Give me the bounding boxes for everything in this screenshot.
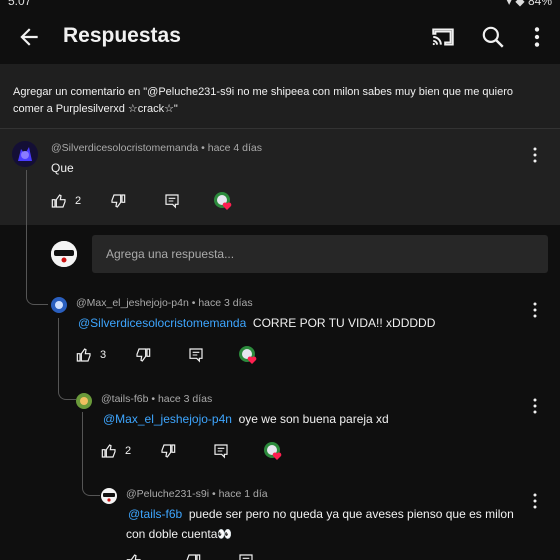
comment-text: oye we son buena pareja xd: [238, 412, 389, 426]
reply-input-placeholder: Agrega una respuesta...: [106, 247, 235, 261]
comment-time: hace 3 días: [157, 393, 213, 405]
user-avatar: [51, 241, 77, 267]
more-vert-icon[interactable]: [528, 397, 542, 415]
like-count: 3: [100, 349, 107, 361]
reply-input[interactable]: Agrega una respuesta...: [92, 235, 548, 273]
context-text: Agregar un comentario en "@Peluche231-s9…: [13, 86, 513, 115]
avatar[interactable]: [51, 297, 67, 313]
avatar[interactable]: [76, 393, 92, 409]
comment-meta: @tails-f6b • hace 3 días: [101, 393, 213, 405]
comment-meta: @Max_el_jeshejojo-p4n • hace 3 días: [76, 297, 253, 309]
comment-time: hace 3 días: [198, 297, 253, 309]
avatar-image: [101, 488, 117, 504]
comment-text-continued: con doble cuenta👀: [126, 527, 233, 541]
creator-heart-badge: [263, 441, 283, 461]
creator-heart-icon: [264, 442, 282, 460]
comment-icon: [165, 194, 179, 209]
status-time: 5:07: [8, 0, 32, 8]
more-vert-icon[interactable]: [528, 301, 542, 319]
like-count: 2: [75, 195, 82, 207]
comment-body: @tails-f6b puede ser pero no queda ya qu…: [128, 507, 514, 521]
avatar[interactable]: [101, 488, 117, 504]
thumbs-up-icon: [126, 554, 141, 560]
comment-meta: @Silverdicesolocristomemanda • hace 4 dí…: [51, 142, 263, 154]
thumbs-up-icon: [51, 194, 66, 208]
thumbs-down-icon: [161, 444, 176, 458]
comment-body: @Silverdicesolocristomemanda CORRE POR T…: [78, 316, 435, 330]
dislike-button[interactable]: [135, 346, 151, 364]
comment-time: hace 4 días: [207, 142, 263, 154]
comment-text: puede ser pero no queda ya que aveses pi…: [188, 507, 514, 521]
comment-author[interactable]: @Silverdicesolocristomemanda: [51, 142, 198, 154]
reply-button[interactable]: [164, 192, 180, 210]
mention-link[interactable]: @Max_el_jeshejojo-p4n: [103, 412, 232, 426]
mention-link[interactable]: @Silverdicesolocristomemanda: [78, 316, 246, 330]
comment-author[interactable]: @Peluche231-s9i: [126, 488, 209, 500]
reply-button[interactable]: [188, 346, 204, 364]
comment-time: hace 1 día: [218, 488, 268, 500]
more-vert-icon[interactable]: [528, 146, 542, 164]
avatar-image: [12, 141, 38, 167]
thumbs-up-icon: [76, 348, 91, 362]
comment-icon: [239, 554, 253, 560]
avatar-image: [51, 297, 67, 313]
back-arrow-icon[interactable]: [16, 24, 42, 50]
mention-link[interactable]: @tails-f6b: [128, 507, 182, 521]
page-title: Respuestas: [63, 24, 181, 47]
comment-text: CORRE POR TU VIDA!! xDDDDD: [252, 316, 436, 330]
search-icon[interactable]: [480, 24, 506, 50]
creator-heart-badge: [213, 191, 233, 211]
comment-meta: @Peluche231-s9i • hace 1 día: [126, 488, 268, 500]
app-bar: Respuestas: [0, 10, 560, 64]
dislike-button[interactable]: [185, 552, 201, 560]
dislike-button[interactable]: [110, 192, 126, 210]
status-bar: 5:07 ▾ ◆ 84%: [0, 0, 560, 10]
avatar-image: [76, 393, 92, 409]
creator-heart-icon: [239, 346, 257, 364]
avatar[interactable]: [12, 141, 38, 167]
comment-author[interactable]: @Max_el_jeshejojo-p4n: [76, 297, 189, 309]
like-button[interactable]: 2: [51, 192, 81, 210]
more-vert-icon[interactable]: [528, 492, 542, 510]
context-header: Agregar un comentario en "@Peluche231-s9…: [0, 64, 560, 128]
thumbs-down-icon: [111, 194, 126, 208]
like-button[interactable]: 3: [76, 346, 106, 364]
thread-connector: [26, 170, 48, 305]
thumbs-down-icon: [136, 348, 151, 362]
dislike-button[interactable]: [160, 442, 176, 460]
comment-author[interactable]: @tails-f6b: [101, 393, 148, 405]
creator-heart-badge: [238, 345, 258, 365]
creator-heart-icon: [214, 192, 232, 210]
comment-body: @Max_el_jeshejojo-p4n oye we son buena p…: [103, 412, 389, 426]
like-count: 2: [125, 445, 132, 457]
comment-icon: [214, 444, 228, 459]
thread-connector: [82, 412, 100, 496]
like-button[interactable]: [126, 552, 142, 560]
thumbs-down-icon: [186, 554, 201, 560]
comment-icon: [189, 348, 203, 363]
cast-icon[interactable]: [430, 24, 456, 50]
thread-connector: [58, 318, 76, 400]
thumbs-up-icon: [101, 444, 116, 458]
more-vert-icon[interactable]: [524, 24, 550, 50]
reply-button[interactable]: [213, 442, 229, 460]
reply-button[interactable]: [238, 552, 254, 560]
status-indicators: ▾ ◆ 84%: [506, 0, 552, 8]
user-avatar-image: [51, 241, 77, 267]
like-button[interactable]: 2: [101, 442, 131, 460]
comment-text: Que: [51, 161, 74, 175]
